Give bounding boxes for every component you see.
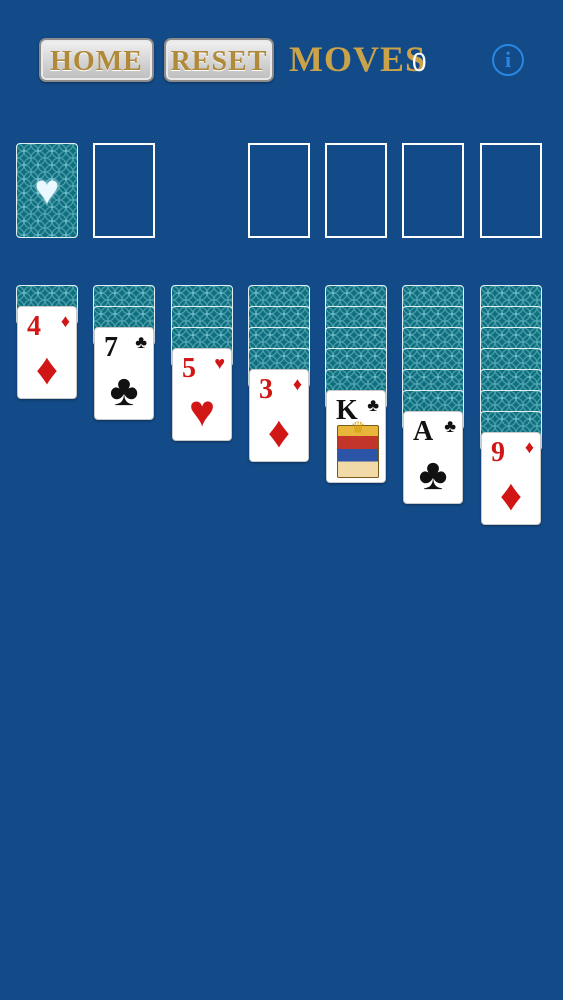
card-rank: 9 xyxy=(491,437,505,468)
foundation-slot-2[interactable] xyxy=(325,143,387,238)
home-button[interactable]: HOME xyxy=(39,38,154,82)
foundation-slot-4[interactable] xyxy=(480,143,542,238)
suit-icon: ♣ xyxy=(367,395,379,415)
large-suit-icon: ♥ xyxy=(188,387,216,436)
stock-pile[interactable]: ♥ xyxy=(16,143,78,238)
large-suit-icon: ♣ xyxy=(418,450,448,499)
card-rank: 5 xyxy=(182,353,196,384)
tableau-card-2[interactable]: 7 ♣ ♣ xyxy=(94,327,154,420)
suit-icon: ♦ xyxy=(524,437,534,457)
large-suit-icon: ♦ xyxy=(35,345,59,394)
suit-icon: ♥ xyxy=(214,353,225,373)
large-suit-icon: ♣ xyxy=(109,366,139,415)
card-rank: 7 xyxy=(104,332,118,363)
moves-label: MOVES xyxy=(289,39,427,79)
suit-icon: ♦ xyxy=(60,311,70,331)
large-suit-icon: ♦ xyxy=(267,408,291,457)
info-icon[interactable]: i xyxy=(492,44,524,76)
crown-icon: ♛ xyxy=(350,420,366,437)
tableau-card-5[interactable]: K ♣ ♛ xyxy=(326,390,386,483)
card-rank: 4 xyxy=(27,311,41,342)
tableau-card-4[interactable]: 3 ♦ ♦ xyxy=(249,369,309,462)
tableau-card-1[interactable]: 4 ♦ ♦ xyxy=(17,306,77,399)
reset-button[interactable]: RESET xyxy=(164,38,274,82)
waste-slot[interactable] xyxy=(93,143,155,238)
large-suit-icon: ♦ xyxy=(499,471,523,520)
foundation-slot-3[interactable] xyxy=(402,143,464,238)
suit-icon: ♣ xyxy=(444,416,456,436)
card-rank: 3 xyxy=(259,374,273,405)
moves-count: 0 xyxy=(412,47,427,77)
tableau-card-3[interactable]: 5 ♥ ♥ xyxy=(172,348,232,441)
tableau-card-7[interactable]: 9 ♦ ♦ xyxy=(481,432,541,525)
suit-icon: ♦ xyxy=(292,374,302,394)
suit-icon: ♣ xyxy=(135,332,147,352)
card-rank: A xyxy=(413,416,434,447)
heart-emblem-icon: ♥ xyxy=(34,165,60,213)
king-face-icon: ♛ xyxy=(337,420,379,478)
foundation-slot-1[interactable] xyxy=(248,143,310,238)
tableau-card-6[interactable]: A ♣ ♣ xyxy=(403,411,463,504)
